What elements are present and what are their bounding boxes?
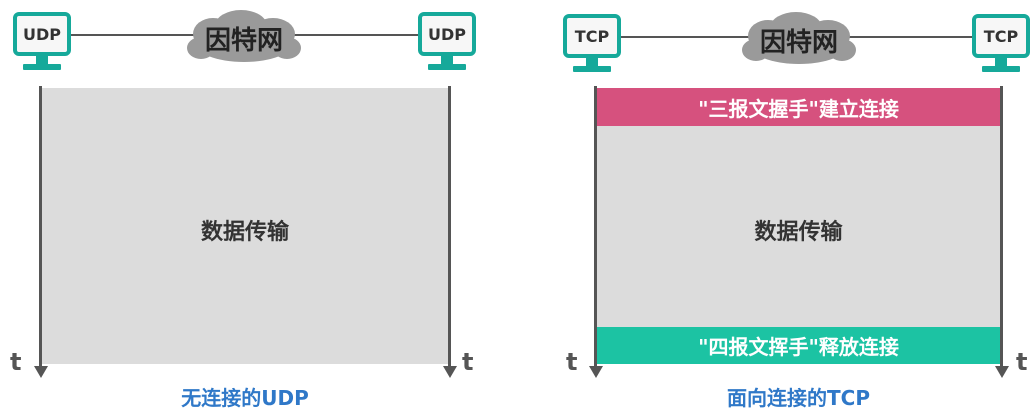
network-label: 因特网 [759,28,838,58]
computer-base [573,66,611,72]
computer-icon: TCP [563,14,621,58]
network-label: 因特网 [204,26,283,56]
tcp-left-timeline [594,86,597,368]
computer-base [428,64,466,70]
udp-left-timeline [39,86,42,368]
computer-stand [441,56,453,64]
udp-data-label: 数据传输 [200,220,289,245]
computer-icon: TCP [972,14,1030,58]
udp-left-host-label: UDP [23,24,61,44]
udp-right-host-label: UDP [428,24,466,44]
tcp-teardown-band: "四报文挥手"释放连接 [596,327,1001,364]
tcp-data-label: 数据传输 [754,220,843,245]
computer-base [23,64,61,70]
tcp-setup-band: "三报文握手"建立连接 [596,88,1001,126]
tcp-right-time-label: t [1016,348,1028,376]
udp-right-timeline [448,86,451,368]
computer-stand [995,58,1007,66]
tcp-teardown-label: "四报文挥手"释放连接 [698,335,899,359]
arrow-down-icon [995,366,1009,378]
tcp-right-host-label: TCP [983,26,1019,46]
udp-right-time-label: t [462,348,474,376]
computer-stand [36,56,48,64]
tcp-left-time-label: t [566,348,578,376]
computer-icon: UDP [13,12,71,56]
computer-base [982,66,1020,72]
udp-left-time-label: t [10,348,22,376]
tcp-setup-label: "三报文握手"建立连接 [698,96,899,121]
tcp-left-host-label: TCP [574,26,610,46]
arrow-down-icon [443,366,457,378]
arrow-down-icon [34,366,48,378]
arrow-down-icon [589,366,603,378]
tcp-right-timeline [1000,86,1003,368]
computer-stand [586,58,598,66]
computer-icon: UDP [418,12,476,56]
